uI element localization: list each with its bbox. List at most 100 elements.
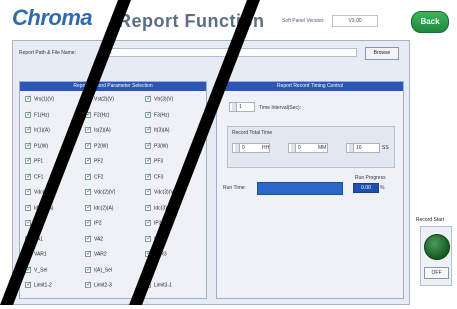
parameter-checkbox-item[interactable]: VAR2 [85,249,107,259]
minutes-spinner[interactable] [291,144,296,152]
checkbox-checked-icon[interactable] [25,265,32,273]
parameter-label: Vdc(2)(V) [94,189,116,196]
parameter-label: P3(W) [154,142,169,149]
parameter-checkbox-item[interactable]: Limit3-1 [145,280,172,290]
checkbox-checked-icon[interactable] [145,172,152,180]
checkbox-checked-icon[interactable] [25,125,32,133]
parameter-label: Limit3-1 [154,282,172,289]
back-button[interactable]: Back [411,11,449,33]
checkbox-checked-icon[interactable] [85,172,92,180]
checkbox-checked-icon[interactable] [145,280,152,288]
minutes-label: MM [318,145,327,151]
parameter-checkbox-item[interactable]: IP3 [145,218,162,228]
parameter-checkbox-item[interactable]: Vtr(3)(V) [145,94,174,104]
checkbox-checked-icon[interactable] [145,125,152,133]
parameter-checkbox-item[interactable]: Idc(2)(A) [85,203,114,213]
seconds-spinner[interactable] [349,144,354,152]
checkbox-checked-icon[interactable] [145,249,152,257]
checkbox-checked-icon[interactable] [25,156,32,164]
parameter-checkbox-item[interactable]: CF3 [145,172,163,182]
parameter-checkbox-item[interactable]: IP1 [25,218,42,228]
checkbox-checked-icon[interactable] [145,187,152,195]
parameter-checkbox-item[interactable]: Vst(2)(V) [85,94,114,104]
checkbox-checked-icon[interactable] [85,187,92,195]
checkbox-checked-icon[interactable] [25,110,32,118]
parameter-checkbox-item[interactable]: V_Sel [25,265,47,275]
checkbox-checked-icon[interactable] [25,218,32,226]
parameter-checkbox-item[interactable]: Is(2)(A) [85,125,111,135]
seconds-label: SS [382,145,389,151]
parameter-label: Idc(2)(A) [94,204,114,211]
interval-input[interactable]: 1 [229,102,255,112]
parameter-checkbox-item[interactable]: Idc(1)(A) [25,203,53,213]
checkbox-checked-icon[interactable] [85,141,92,149]
checkbox-checked-icon[interactable] [85,265,92,273]
parameter-checkbox-item[interactable]: P2(W) [85,141,108,151]
parameter-checkbox-item[interactable]: F2(Hz) [85,110,109,120]
checkbox-checked-icon[interactable] [85,110,92,118]
parameter-checkbox-item[interactable]: VAR1 [25,249,47,259]
parameter-checkbox-item[interactable]: Vrs(1)(V) [25,94,54,104]
parameter-checkbox-item[interactable]: CF2 [85,172,104,182]
parameter-checkbox-item[interactable]: Vdc(3)(V) [145,187,175,197]
parameter-label: It(3)(A) [154,127,170,134]
parameter-label: Vtr(3)(V) [154,96,174,103]
parameter-checkbox-item[interactable]: VA3 [145,234,163,244]
checkbox-checked-icon[interactable] [145,156,152,164]
parameter-checkbox-item[interactable]: IP2 [85,218,102,228]
checkbox-checked-icon[interactable] [85,94,92,102]
checkbox-checked-icon[interactable] [145,203,152,211]
checkbox-checked-icon[interactable] [145,110,152,118]
seconds-input[interactable]: 10 [346,143,380,153]
checkbox-checked-icon[interactable] [85,125,92,133]
checkbox-checked-icon[interactable] [25,94,32,102]
path-input[interactable]: C:\ [101,48,357,57]
parameter-checkbox-item[interactable]: VAR3 [145,249,167,259]
parameter-checkbox-item[interactable]: VA1 [25,234,43,244]
parameter-checkbox-item[interactable]: Idc(3)(A) [145,203,173,213]
header-bar: Chroma Report Function Soft Panel Versio… [0,0,457,34]
record-off-button[interactable]: OFF [424,267,449,279]
parameter-checkbox-item[interactable]: I(A)_Sel [85,265,112,275]
parameter-checkbox-item[interactable]: PF1 [25,156,43,166]
parameter-label: F3(Hz) [154,111,170,118]
parameter-checkbox-item[interactable]: F1(Hz) [25,110,49,120]
parameter-checkbox-item[interactable]: F3(Hz) [145,110,170,120]
checkbox-checked-icon[interactable] [85,249,92,257]
parameter-checkbox-item[interactable]: VA2 [85,234,103,244]
checkbox-checked-icon[interactable] [85,156,92,164]
parameter-checkbox-item[interactable]: Vdc(1)(V) [25,187,55,197]
checkbox-checked-icon[interactable] [25,172,32,180]
parameter-checkbox-item[interactable]: Limit2-3 [85,280,112,290]
browse-button[interactable]: Browse [365,47,399,60]
hours-spinner[interactable] [235,144,240,152]
checkbox-checked-icon[interactable] [25,249,32,257]
checkbox-checked-icon[interactable] [25,203,32,211]
checkbox-checked-icon[interactable] [25,141,32,149]
parameter-checkbox-item[interactable]: It(3)(A) [145,125,170,135]
checkbox-checked-icon[interactable] [145,234,152,242]
interval-spinner[interactable] [232,103,237,111]
checkbox-checked-icon[interactable] [85,280,92,288]
parameter-label: CF2 [94,173,104,180]
checkbox-checked-icon[interactable] [25,280,32,288]
checkbox-checked-icon[interactable] [145,141,152,149]
parameter-checkbox-item[interactable]: P3(W) [145,141,169,151]
checkbox-checked-icon[interactable] [145,94,152,102]
parameter-label: P1(W) [34,142,49,149]
parameter-checkbox-item[interactable]: Limit1-2 [25,280,52,290]
checkbox-checked-icon[interactable] [85,218,92,226]
checkbox-checked-icon[interactable] [25,187,32,195]
parameter-checkbox-item[interactable]: PF2 [85,156,103,166]
record-start-knob[interactable] [424,234,450,260]
parameter-checkbox-item[interactable]: P1(W) [25,141,49,151]
checkbox-checked-icon[interactable] [25,234,32,242]
checkbox-checked-icon[interactable] [85,234,92,242]
report-main-panel: Report Path & File Name: C:\ Browse Repo… [12,40,410,305]
parameter-checkbox-item[interactable]: Ir(1)(A) [25,125,50,135]
checkbox-checked-icon[interactable] [85,203,92,211]
parameter-checkbox-item[interactable]: CF1 [25,172,43,182]
parameter-checkbox-item[interactable]: Vdc(2)(V) [85,187,116,197]
checkbox-checked-icon[interactable] [145,218,152,226]
parameter-checkbox-item[interactable]: PF3 [145,156,163,166]
